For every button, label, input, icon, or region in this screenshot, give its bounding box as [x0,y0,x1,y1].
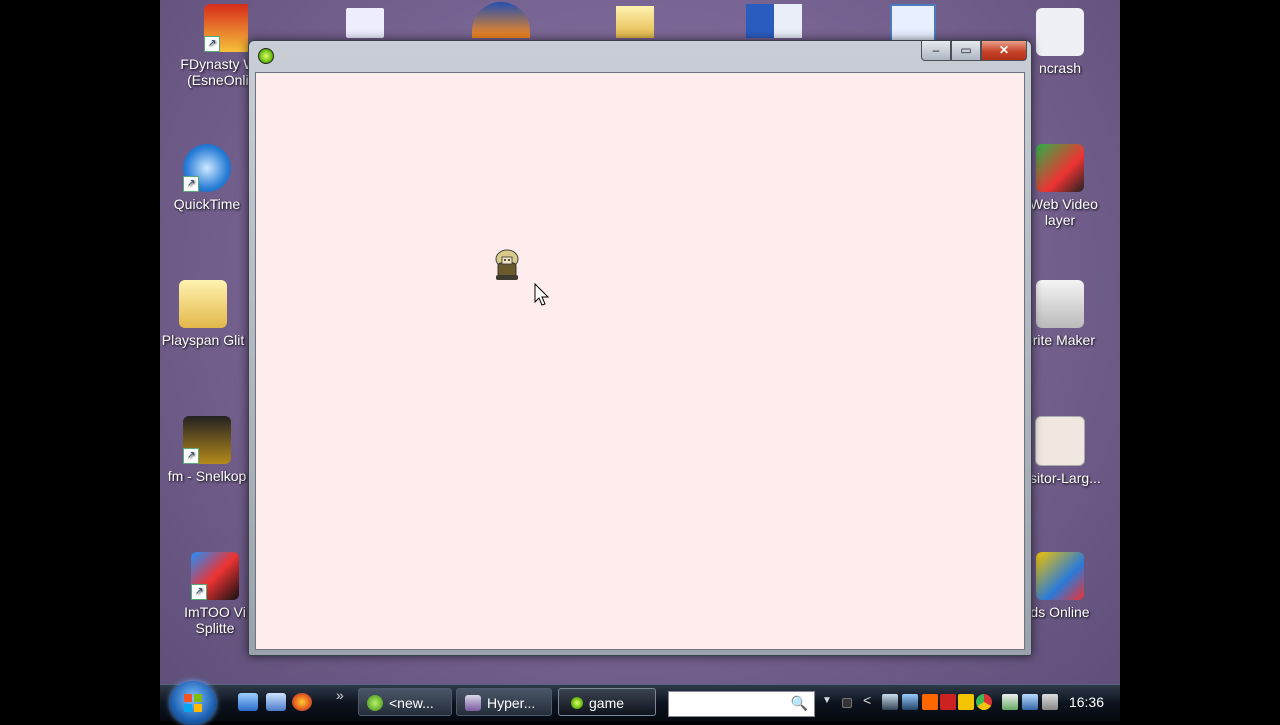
window-titlebar[interactable]: ‒ ▭ ✕ [249,41,1031,71]
character-sprite-icon[interactable] [490,247,524,283]
desktop: ↗ FDynasty Wa... (EsneOnline) ↗ QuickTim… [160,0,1120,720]
game-window: ‒ ▭ ✕ [248,40,1032,656]
taskbar-button-label: <new... [389,695,434,711]
caption-buttons: ‒ ▭ ✕ [921,41,1027,61]
search-box[interactable]: 🔍 [668,691,815,717]
switch-windows-icon[interactable] [266,693,286,711]
firefox-icon[interactable] [292,693,312,711]
shield-tray-icon[interactable] [958,694,974,710]
desktop-icon-label: prite Maker [1030,332,1096,348]
mouse-cursor-icon [534,283,550,306]
desktop-icon-imtoo[interactable]: ↗ ImTOO Vi Splitte [165,552,248,636]
game-shield-icon [1036,552,1084,600]
game-icon [571,697,583,709]
desktop-icon-inquisitor[interactable]: uisitor-Larg... [1030,416,1120,486]
desktop-icon-label: QuickTime [173,196,241,212]
desktop-left-column: ↗ FDynasty Wa... (EsneOnline) ↗ QuickTim… [160,0,248,720]
quicktime-icon: ↗ [183,144,231,192]
desktop-icon-fm[interactable]: ↗ fm - Snelkop [160,416,248,484]
show-desktop-icon[interactable] [238,693,258,711]
dynasty-warriors-icon: ↗ [204,4,248,52]
app-tray-icon[interactable] [922,694,938,710]
g-icon [367,695,383,711]
search-dropdown-icon[interactable]: ▼ [822,695,832,706]
battery-icon[interactable] [1002,694,1018,710]
video-player-icon [1036,144,1084,192]
desktop-icon-label: ds Online [1030,604,1090,620]
video-splitter-icon: ↗ [191,552,239,600]
shortcut-arrow-icon: ↗ [191,584,207,600]
desktop-icon-label: ncrash [1038,60,1082,76]
desktop-icon-playspan[interactable]: Playspan Glit [160,280,248,348]
desktop-icon-label: Playspan Glit [161,332,245,348]
connection-icon[interactable] [1022,694,1038,710]
desktop-icon-web-video-player[interactable]: t Web Video layer [1030,144,1120,228]
taskbar-button-label: Hyper... [487,695,536,711]
desktop-icon-label: uisitor-Larg... [1030,470,1101,486]
flag-tray-icon[interactable] [940,694,956,710]
desktop-icon-label: layer [1044,212,1076,228]
game-canvas[interactable] [255,72,1025,650]
tray-expand-button[interactable]: < [863,692,871,708]
taskbar-button-hyper[interactable]: Hyper... [456,688,552,716]
desktop-icon-ncrash[interactable]: ncrash [1030,8,1120,76]
audio-editor-icon[interactable] [472,2,530,38]
chrome-tray-icon[interactable] [976,694,992,710]
desktop-icon-label: (EsneOnline) [187,72,248,88]
sprite-maker-icon [1036,280,1084,328]
desktop-icon-label: FDynasty Wa... [180,56,248,72]
fm-game-icon: ↗ [183,416,231,464]
search-icon[interactable]: 🔍 [791,695,808,712]
clock[interactable]: 16:36 [1069,694,1104,710]
word-document-icon[interactable] [746,4,802,38]
minimize-button[interactable]: ‒ [921,41,951,61]
desktop-right-column: ncrash t Web Video layer prite Maker uis… [1030,0,1120,720]
taskbar-button-label: game [589,695,625,711]
app-icon [258,48,274,64]
file-icon [1036,8,1084,56]
network-icon[interactable] [902,694,918,710]
folder-icon[interactable] [616,6,654,38]
shortcut-arrow-icon: ↗ [183,448,199,464]
hyper-icon [465,695,481,711]
spreadsheet-icon[interactable] [890,4,936,42]
document-icon[interactable] [346,8,384,38]
taskbar-button-new[interactable]: <new... [358,688,452,716]
desktop-icon-quicktime[interactable]: ↗ QuickTime [160,144,248,212]
desktop-icon-sprite-maker[interactable]: prite Maker [1030,280,1120,348]
desktop-icon-label: fm - Snelkop [167,468,247,484]
desktop-icon-label: Splitte [195,620,235,636]
close-button[interactable]: ✕ [981,41,1027,61]
quicklaunch-overflow-button[interactable]: » [336,687,344,703]
taskbar-button-game[interactable]: game [558,688,656,716]
folder-icon [179,280,227,328]
windows-logo-icon [184,694,202,712]
desktop-icon-label: t Web Video [1030,196,1098,212]
shortcut-arrow-icon: ↗ [204,36,220,52]
taskbar: » <new... Hyper... game 🔍 ▼ < 16:36 [160,681,1120,725]
image-file-icon [1035,416,1085,466]
desktop-icon-dynasty[interactable]: ↗ FDynasty Wa... (EsneOnline) [178,4,248,88]
monitor-icon[interactable] [882,694,898,710]
desktop-icon-ds-online[interactable]: ds Online [1030,552,1120,620]
start-button[interactable] [170,681,216,725]
desktop-icon-label: ImTOO Vi [184,604,246,620]
desktop-toggle-icon[interactable] [842,698,852,708]
volume-icon[interactable] [1042,694,1058,710]
maximize-button[interactable]: ▭ [951,41,981,61]
shortcut-arrow-icon: ↗ [183,176,199,192]
